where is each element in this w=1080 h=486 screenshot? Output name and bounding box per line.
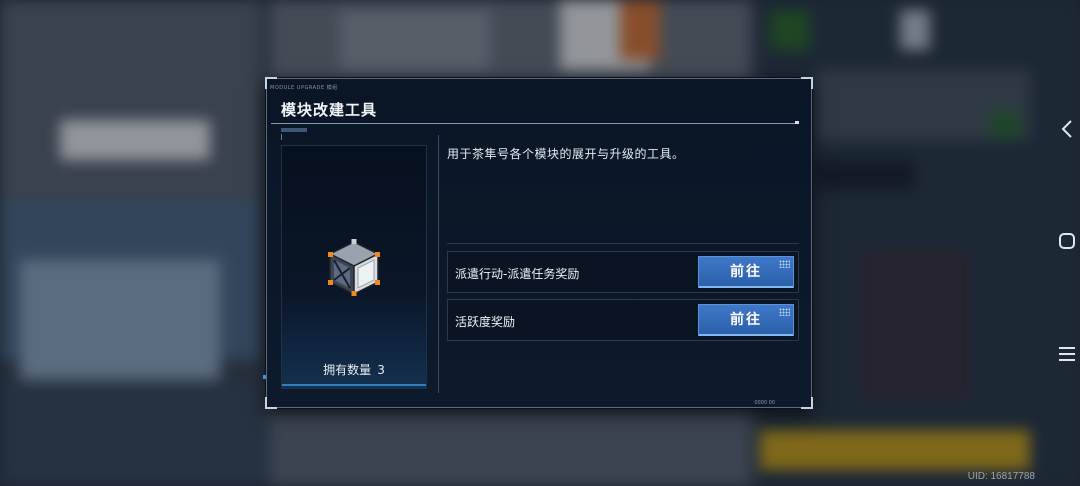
title-divider <box>271 123 797 124</box>
item-info-dialog: MODULE UPGRADE 模组 模块改建工具 拥有数量 3 用于茶隼号各个模块… <box>263 77 813 409</box>
dot-grid-icon <box>779 308 790 316</box>
source-row: 派遣行动-派遣任务奖励 前往 <box>447 251 799 293</box>
button-underline <box>699 286 793 288</box>
title-divider-end <box>795 121 799 124</box>
three-lines-icon[interactable] <box>1054 340 1080 370</box>
section-divider <box>447 243 799 244</box>
owned-count: 3 <box>377 363 385 377</box>
goto-button-label: 前往 <box>730 264 762 280</box>
panel-marker <box>281 128 307 132</box>
owned-underline <box>282 384 426 386</box>
owned-label: 拥有数量 <box>323 363 372 377</box>
goto-button[interactable]: 前往 <box>698 256 794 288</box>
chevron-left-icon[interactable] <box>1054 116 1080 146</box>
frame-corner <box>801 77 813 89</box>
frame-corner <box>801 397 813 409</box>
source-label: 活跃度奖励 <box>455 315 516 329</box>
module-cube-icon <box>328 239 380 296</box>
button-underline <box>699 334 793 336</box>
goto-button-label: 前往 <box>730 312 762 328</box>
source-row: 活跃度奖励 前往 <box>447 299 799 341</box>
panel-marker <box>263 375 266 379</box>
item-preview-panel: 拥有数量 3 <box>281 128 427 389</box>
vertical-divider <box>438 135 439 393</box>
owned-quantity: 拥有数量 3 <box>282 361 426 378</box>
goto-button[interactable]: 前往 <box>698 304 794 336</box>
micro-tag: MODULE UPGRADE 模组 <box>270 85 338 91</box>
rounded-square-icon[interactable] <box>1054 228 1080 258</box>
item-description: 用于茶隼号各个模块的展开与升级的工具。 <box>447 147 685 161</box>
uid-label: UID: 16817788 <box>967 471 1035 482</box>
dot-grid-icon <box>779 260 790 268</box>
footer-tag: 0000 00 <box>754 400 775 406</box>
source-label: 派遣行动-派遣任务奖励 <box>455 267 580 281</box>
system-nav-bar <box>1054 0 1080 486</box>
frame-corner <box>265 397 277 409</box>
dialog-title: 模块改建工具 <box>281 101 378 119</box>
panel-marker <box>281 134 282 140</box>
